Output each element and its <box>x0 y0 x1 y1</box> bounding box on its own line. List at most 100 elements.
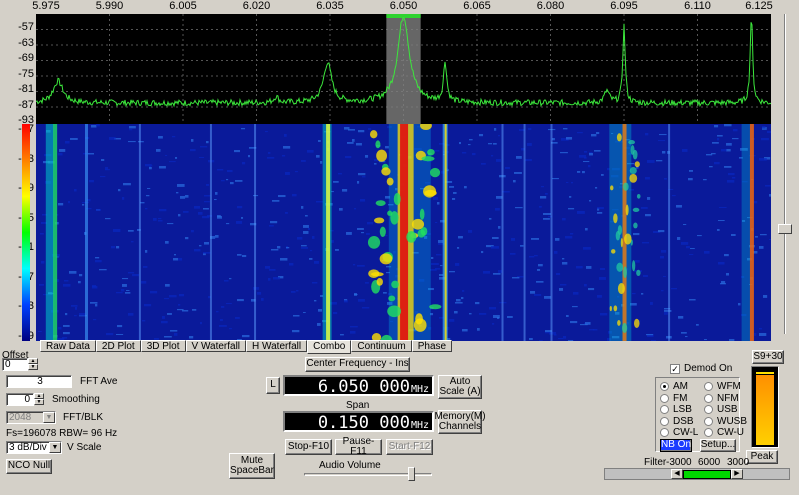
tab-phase[interactable]: Phase <box>411 340 453 352</box>
spin-down-icon[interactable]: ▼ <box>34 399 44 405</box>
waterfall-noise <box>342 189 348 192</box>
frequency-tick-label: 6.050 <box>389 0 418 12</box>
tab-continuum[interactable]: Continuum <box>351 340 412 352</box>
memory-channels-button[interactable]: Memory(M) Channels <box>434 410 486 434</box>
waterfall-noise <box>479 313 487 315</box>
radio-dot-icon[interactable] <box>704 428 713 437</box>
waterfall-noise <box>261 298 264 301</box>
nb-on-button[interactable]: NB On <box>660 439 692 452</box>
tab-raw-data[interactable]: Raw Data <box>40 340 96 352</box>
tab-3d-plot[interactable]: 3D Plot <box>140 340 186 352</box>
waterfall-noise <box>236 221 243 224</box>
waterfall-noise <box>59 149 66 152</box>
filter-low-value: -3000 <box>666 457 692 468</box>
mode-radio-cw-l[interactable]: CW-L <box>660 427 698 438</box>
waterfall-display[interactable] <box>36 124 771 341</box>
lock-l-button[interactable]: L <box>266 377 280 394</box>
offset-field[interactable]: 0 <box>2 358 28 371</box>
tab-h-waterfall[interactable]: H Waterfall <box>246 340 308 352</box>
waterfall-noise <box>206 141 209 144</box>
radio-dot-icon[interactable] <box>660 382 669 391</box>
radio-dot-icon[interactable] <box>660 428 669 437</box>
smoothing-label: Smoothing <box>52 394 100 405</box>
mode-radio-wusb[interactable]: WUSB <box>704 416 747 427</box>
s-meter-readout[interactable]: S9+30 <box>752 350 784 364</box>
demod-on-checkbox[interactable]: ✓ <box>670 364 680 374</box>
nco-null-button[interactable]: NCO Null <box>6 459 52 474</box>
radio-dot-icon[interactable] <box>704 393 713 403</box>
smoothing-field[interactable]: 0 <box>6 393 34 406</box>
vscale-dropdown[interactable]: 3 dB/Div ▼ <box>6 441 62 454</box>
waterfall-noise <box>754 201 758 204</box>
waterfall-noise <box>759 158 767 161</box>
radio-dot-icon[interactable] <box>660 405 669 414</box>
stop-button[interactable]: Stop-F10 <box>285 439 332 455</box>
mode-label: AM <box>673 381 688 392</box>
spin-down-icon[interactable]: ▼ <box>28 364 38 370</box>
filter-passband[interactable] <box>683 470 731 479</box>
tuned-marker[interactable] <box>386 14 421 18</box>
waterfall-noise <box>755 236 758 238</box>
span-display[interactable]: 0.150 000 MHz <box>283 411 434 433</box>
waterfall-noise <box>492 237 499 239</box>
waterfall-noise <box>514 172 522 174</box>
radio-dot-icon[interactable] <box>704 405 713 414</box>
audio-volume-slider[interactable] <box>304 467 432 481</box>
mode-radio-wfm[interactable]: WFM <box>704 381 741 392</box>
pause-button[interactable]: Pause-F11 <box>335 436 382 457</box>
chevron-right-icon[interactable]: ▶ <box>731 469 743 479</box>
spectrum-trace-svg[interactable] <box>36 14 771 124</box>
waterfall-noise <box>292 330 300 333</box>
auto-scale-button[interactable]: Auto Scale (A) <box>438 375 482 399</box>
mode-radio-am[interactable]: AM <box>660 381 688 392</box>
waterfall-noise <box>214 199 217 201</box>
waterfall-noise <box>462 152 467 154</box>
tuned-channel-highlight[interactable] <box>386 14 421 124</box>
waterfall-noise <box>199 157 205 159</box>
mode-radio-fm[interactable]: FM <box>660 393 687 404</box>
tab-2d-plot[interactable]: 2D Plot <box>95 340 141 352</box>
chevron-left-icon[interactable]: ◀ <box>671 469 683 479</box>
waterfall-noise <box>681 242 689 245</box>
waterfall-noise <box>688 178 693 181</box>
mode-radio-cw-u[interactable]: CW-U <box>704 427 744 438</box>
mode-radio-usb[interactable]: USB <box>704 404 738 415</box>
waterfall-noise <box>284 134 287 137</box>
right-scale-slider[interactable] <box>776 14 794 334</box>
spectrum-plot[interactable] <box>36 14 771 124</box>
tab-v-waterfall[interactable]: V Waterfall <box>185 340 247 352</box>
waterfall-noise <box>584 151 588 153</box>
audio-volume-knob[interactable] <box>408 467 416 481</box>
waterfall-noise <box>658 230 665 233</box>
peak-button[interactable]: Peak <box>746 450 778 464</box>
mode-radio-nfm[interactable]: NFM <box>704 393 739 404</box>
radio-dot-icon[interactable] <box>704 416 713 426</box>
mode-radio-lsb[interactable]: LSB <box>660 404 692 415</box>
waterfall-noise <box>92 286 98 289</box>
waterfall-modulation-blob <box>613 213 618 224</box>
fft-ave-field[interactable]: 3 <box>6 375 72 388</box>
slider-thumb[interactable] <box>778 224 792 234</box>
center-frequency-display[interactable]: 6.050 000 MHz <box>283 375 434 397</box>
radio-dot-icon[interactable] <box>704 382 713 391</box>
smoothing-spinner[interactable]: ▲ ▼ <box>34 393 44 405</box>
filter-bandwidth-bar[interactable]: ◀ ▶ <box>604 468 790 480</box>
radio-dot-icon[interactable] <box>660 393 669 403</box>
waterfall-noise <box>156 149 161 152</box>
mode-radio-dsb[interactable]: DSB <box>660 416 694 427</box>
center-frequency-button[interactable]: Center Frequency - Ins <box>305 357 410 372</box>
chevron-down-icon[interactable]: ▼ <box>49 442 61 453</box>
waterfall-noise <box>189 336 194 339</box>
waterfall-noise <box>588 165 591 168</box>
waterfall-noise <box>242 255 247 258</box>
setup-button[interactable]: Setup... <box>700 439 736 452</box>
offset-spinner[interactable]: ▲ ▼ <box>28 358 38 370</box>
radio-dot-icon[interactable] <box>660 416 669 426</box>
mute-button[interactable]: Mute SpaceBar <box>229 453 275 479</box>
waterfall-noise <box>268 152 271 154</box>
waterfall-noise <box>641 207 648 209</box>
waterfall-noise <box>93 319 97 321</box>
tab-combo[interactable]: Combo <box>307 340 352 354</box>
waterfall-noise <box>88 153 95 155</box>
waterfall-svg[interactable] <box>36 124 771 341</box>
